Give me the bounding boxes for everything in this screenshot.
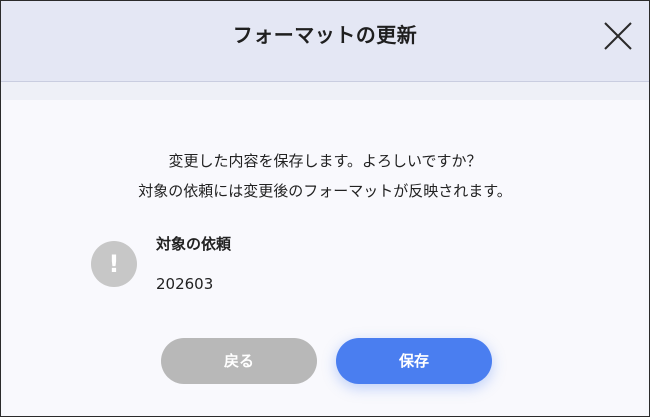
update-format-dialog: フォーマットの更新 変更した内容を保存します。よろしいですか？ 対象の依頼には変…	[0, 0, 650, 417]
save-button[interactable]: 保存	[336, 338, 492, 384]
message-line-2: 対象の依頼には変更後のフォーマットが反映されます。	[138, 182, 512, 200]
back-button[interactable]: 戻る	[161, 338, 317, 384]
close-icon	[604, 22, 632, 50]
target-request-label: 対象の依頼	[156, 235, 232, 253]
exclamation-icon: !	[91, 241, 137, 287]
dialog-title: フォーマットの更新	[232, 23, 418, 47]
target-request-id: 202603	[156, 275, 214, 293]
close-button[interactable]	[601, 19, 635, 53]
confirmation-message: 変更した内容を保存します。よろしいですか？ 対象の依頼には変更後のフォーマットが…	[5, 146, 645, 206]
header-separator	[1, 82, 649, 100]
dialog-header: フォーマットの更新	[1, 1, 649, 82]
message-line-1: 変更した内容を保存します。よろしいですか？	[168, 152, 482, 170]
dialog-body: 変更した内容を保存します。よろしいですか？ 対象の依頼には変更後のフォーマットが…	[5, 100, 645, 416]
